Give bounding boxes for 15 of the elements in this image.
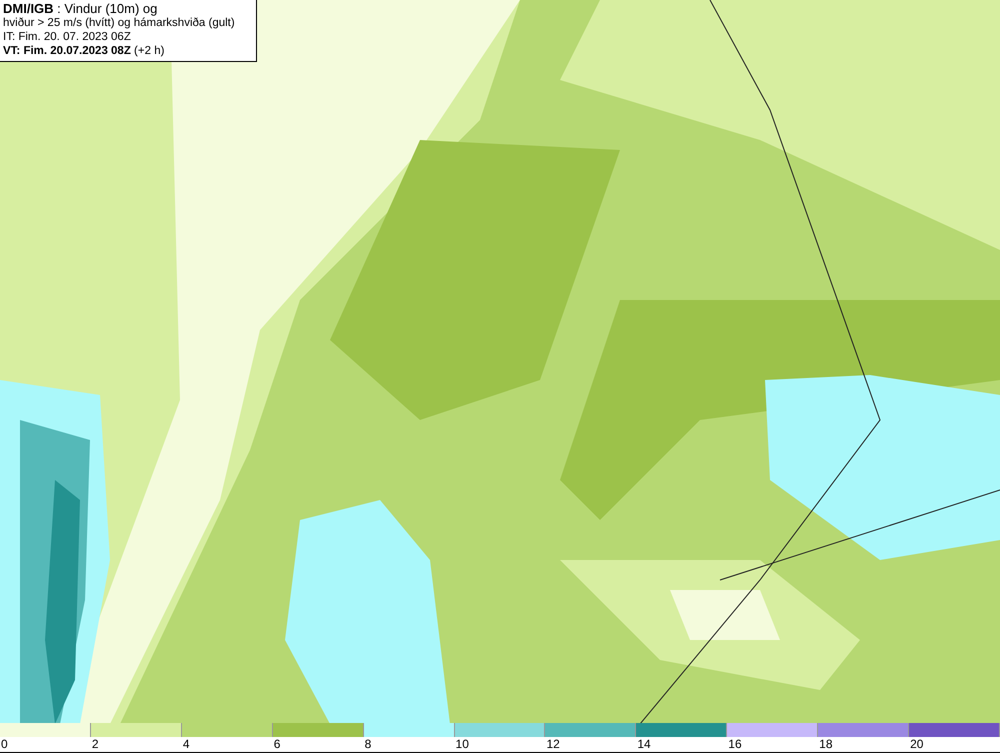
- map-info-line: DMI/IGB : Vindur (10m) og: [3, 2, 158, 16]
- legend-tick-label: 20: [909, 737, 924, 752]
- map-info-line: hviður > 25 m/s (hvítt) og hámarkshviða (gult): [3, 16, 236, 30]
- map-info-line: VT: Fim. 20.07.2023 08Z (+2 h): [3, 44, 166, 58]
- legend-tick-label: 4: [182, 737, 190, 752]
- legend-tick-label: 10: [454, 737, 469, 752]
- legend-tick-label: 8: [364, 737, 372, 752]
- legend-tick-label: 14: [636, 737, 651, 752]
- legend-tick-label: 2: [90, 737, 99, 752]
- legend-tick-label: 6: [272, 737, 280, 752]
- legend-tick-label: 12: [545, 737, 560, 752]
- legend-tick-label: 16: [727, 737, 742, 752]
- map-info-line: IT: Fim. 20. 07. 2023 06Z: [3, 30, 132, 44]
- legend-tick-label: 0: [0, 737, 8, 752]
- legend-tick-label: 18: [818, 737, 833, 752]
